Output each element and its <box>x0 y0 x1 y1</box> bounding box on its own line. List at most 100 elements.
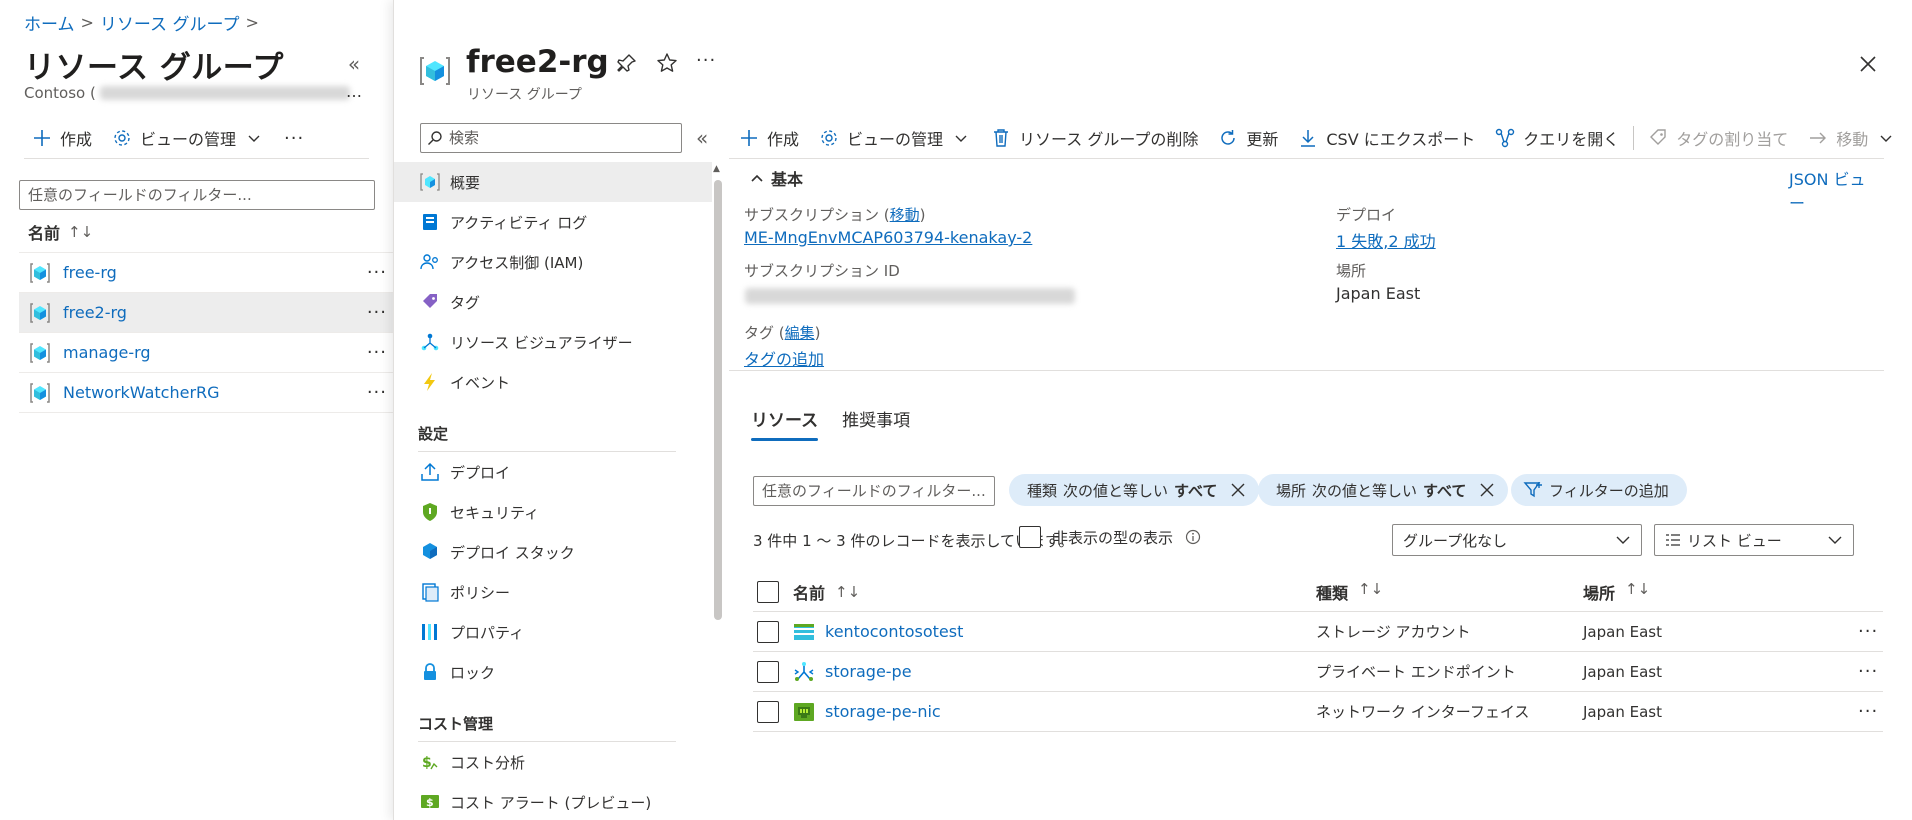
menu-item-stack[interactable]: デプロイ スタック <box>394 532 712 572</box>
add-tags-link[interactable]: タグの追加 <box>744 346 824 370</box>
menu-item-policy[interactable]: ポリシー <box>394 572 712 612</box>
close-icon[interactable] <box>1856 52 1880 76</box>
refresh-button[interactable]: 更新 <box>1208 122 1288 154</box>
menu-item-lock[interactable]: ロック <box>394 652 712 692</box>
location-filter-pill[interactable]: 場所 次の値と等しい すべて <box>1258 474 1509 506</box>
type-filter-pill[interactable]: 種類 次の値と等しい すべて <box>1009 474 1260 506</box>
scrollbar-thumb[interactable] <box>714 180 722 620</box>
essentials-toggle[interactable]: 基本 <box>749 166 803 190</box>
menu-item-cost-alert[interactable]: $ コスト アラート (プレビュー) <box>394 782 712 820</box>
open-query-button[interactable]: クエリを開く <box>1485 122 1629 154</box>
row-more-button[interactable]: ··· <box>1858 661 1878 682</box>
menu-item-properties[interactable]: プロパティ <box>394 612 712 652</box>
resource-name-link[interactable]: storage-pe <box>825 662 912 681</box>
resource-group-name[interactable]: manage-rg <box>63 343 151 362</box>
menu-item-tag[interactable]: タグ <box>394 282 712 322</box>
close-icon[interactable] <box>1229 481 1247 499</box>
subscription-link[interactable]: ME-MngEnvMCAP603794-kenakay-2 <box>744 228 1032 247</box>
info-icon[interactable] <box>1185 529 1201 545</box>
resource-filter-input[interactable] <box>753 476 995 506</box>
row-checkbox[interactable] <box>757 660 779 683</box>
gear-icon <box>112 128 132 148</box>
resource-name-link[interactable]: kentocontosotest <box>825 622 963 641</box>
create-button[interactable]: 作成 <box>729 122 809 154</box>
row-checkbox[interactable] <box>757 620 779 643</box>
list-item[interactable]: manage-rg ··· <box>19 332 393 372</box>
tab-recommendations[interactable]: 推奨事項 <box>830 406 922 441</box>
resource-group-name[interactable]: free2-rg <box>63 303 127 322</box>
menu-search-box[interactable] <box>420 123 682 153</box>
activity-log-icon <box>420 212 440 232</box>
resource-group-name[interactable]: NetworkWatcherRG <box>63 383 220 402</box>
subscription-move-link[interactable]: 移動 <box>890 206 920 224</box>
deploy-status-link[interactable]: 1 失敗,2 成功 <box>1336 228 1436 252</box>
column-name-label: 名前 <box>28 224 61 243</box>
redacted-tenant-icon <box>99 86 350 100</box>
star-icon[interactable] <box>656 52 678 74</box>
show-hidden-checkbox[interactable] <box>1019 526 1041 548</box>
menu-item-activity-log[interactable]: アクティビティ ログ <box>394 202 712 242</box>
resource-name-link[interactable]: storage-pe-nic <box>825 702 941 721</box>
menu-item-shield[interactable]: セキュリティ <box>394 492 712 532</box>
menu-item-visualizer[interactable]: リソース ビジュアライザー <box>394 322 712 362</box>
more-options-button[interactable]: ··· <box>274 128 314 149</box>
tags-edit-link[interactable]: 編集 <box>785 324 815 342</box>
row-more-button[interactable]: ··· <box>367 342 387 363</box>
row-more-button[interactable]: ··· <box>1858 701 1878 722</box>
move-button[interactable]: 移動 <box>1798 122 1906 154</box>
export-csv-button[interactable]: CSV にエクスポート <box>1288 122 1485 154</box>
add-filter-button[interactable]: フィルターの追加 <box>1511 474 1687 506</box>
list-item[interactable]: NetworkWatcherRG ··· <box>19 372 393 412</box>
list-item[interactable]: free-rg ··· <box>19 252 393 292</box>
menu-item-iam[interactable]: アクセス制御 (IAM) <box>394 242 712 282</box>
menu-scrollbar[interactable]: ▲ <box>712 160 724 820</box>
column-header-name[interactable]: 名前 ↑↓ <box>793 580 860 604</box>
resource-group-name[interactable]: free-rg <box>63 263 117 282</box>
json-view-link[interactable]: JSON ビュー <box>1789 166 1879 214</box>
column-header-name[interactable]: 名前 ↑↓ <box>28 220 93 244</box>
menu-item-lightning[interactable]: イベント <box>394 362 712 402</box>
divider <box>19 412 393 413</box>
menu-item-label: ポリシー <box>450 583 511 602</box>
column-header-type[interactable]: 種類 ↑↓ <box>1316 580 1383 604</box>
collapse-menu-icon[interactable]: « <box>696 126 708 150</box>
manage-view-button[interactable]: ビューの管理 <box>809 122 981 154</box>
show-hidden-types[interactable]: 非表示の型の表示 <box>1019 526 1201 548</box>
menu-item-deploy[interactable]: デプロイ <box>394 452 712 492</box>
delete-resource-group-button[interactable]: リソース グループの削除 <box>981 122 1208 154</box>
column-header-location[interactable]: 場所 ↑↓ <box>1583 580 1650 604</box>
filter-input[interactable] <box>19 180 375 210</box>
tenant-more-icon[interactable]: … <box>346 82 362 101</box>
resource-type-subtitle: リソース グループ <box>467 87 582 103</box>
breadcrumb-resource-groups[interactable]: リソース グループ <box>100 10 240 35</box>
list-view-icon <box>1666 534 1680 546</box>
scroll-up-icon[interactable]: ▲ <box>713 164 720 174</box>
select-all-checkbox[interactable] <box>757 580 779 603</box>
resource-name-cell: storage-pe-nic <box>793 701 941 723</box>
manage-view-label: ビューの管理 <box>847 130 944 149</box>
row-more-button[interactable]: ··· <box>1858 621 1878 642</box>
row-checkbox[interactable] <box>757 700 779 723</box>
menu-search-input[interactable] <box>449 129 669 147</box>
create-button[interactable]: 作成 <box>24 122 102 154</box>
menu-item-cost-analysis[interactable]: $ コスト分析 <box>394 742 712 782</box>
row-more-button[interactable]: ··· <box>367 382 387 403</box>
column-type-label: 種類 <box>1316 583 1349 603</box>
close-icon[interactable] <box>1478 481 1496 499</box>
view-mode-dropdown[interactable]: リスト ビュー <box>1654 524 1854 556</box>
collapse-panel-icon[interactable]: « <box>340 50 368 78</box>
resource-group-icon <box>420 57 450 85</box>
manage-view-button[interactable]: ビューの管理 <box>102 122 274 154</box>
tab-resources[interactable]: リソース <box>739 406 830 441</box>
row-more-button[interactable]: ··· <box>367 302 387 323</box>
more-commands-button[interactable]: ··· <box>1906 128 1912 149</box>
pin-icon[interactable] <box>616 52 638 74</box>
resource-group-icon <box>30 302 50 323</box>
row-more-button[interactable]: ··· <box>367 262 387 283</box>
group-by-dropdown[interactable]: グループ化なし <box>1392 524 1642 556</box>
list-item[interactable]: free2-rg ··· <box>19 292 393 332</box>
breadcrumb-home[interactable]: ホーム <box>24 10 75 35</box>
menu-item-cube[interactable]: 概要 <box>394 162 712 202</box>
more-options-button[interactable]: ··· <box>696 50 716 71</box>
assign-tags-button[interactable]: タグの割り当て <box>1638 122 1798 154</box>
